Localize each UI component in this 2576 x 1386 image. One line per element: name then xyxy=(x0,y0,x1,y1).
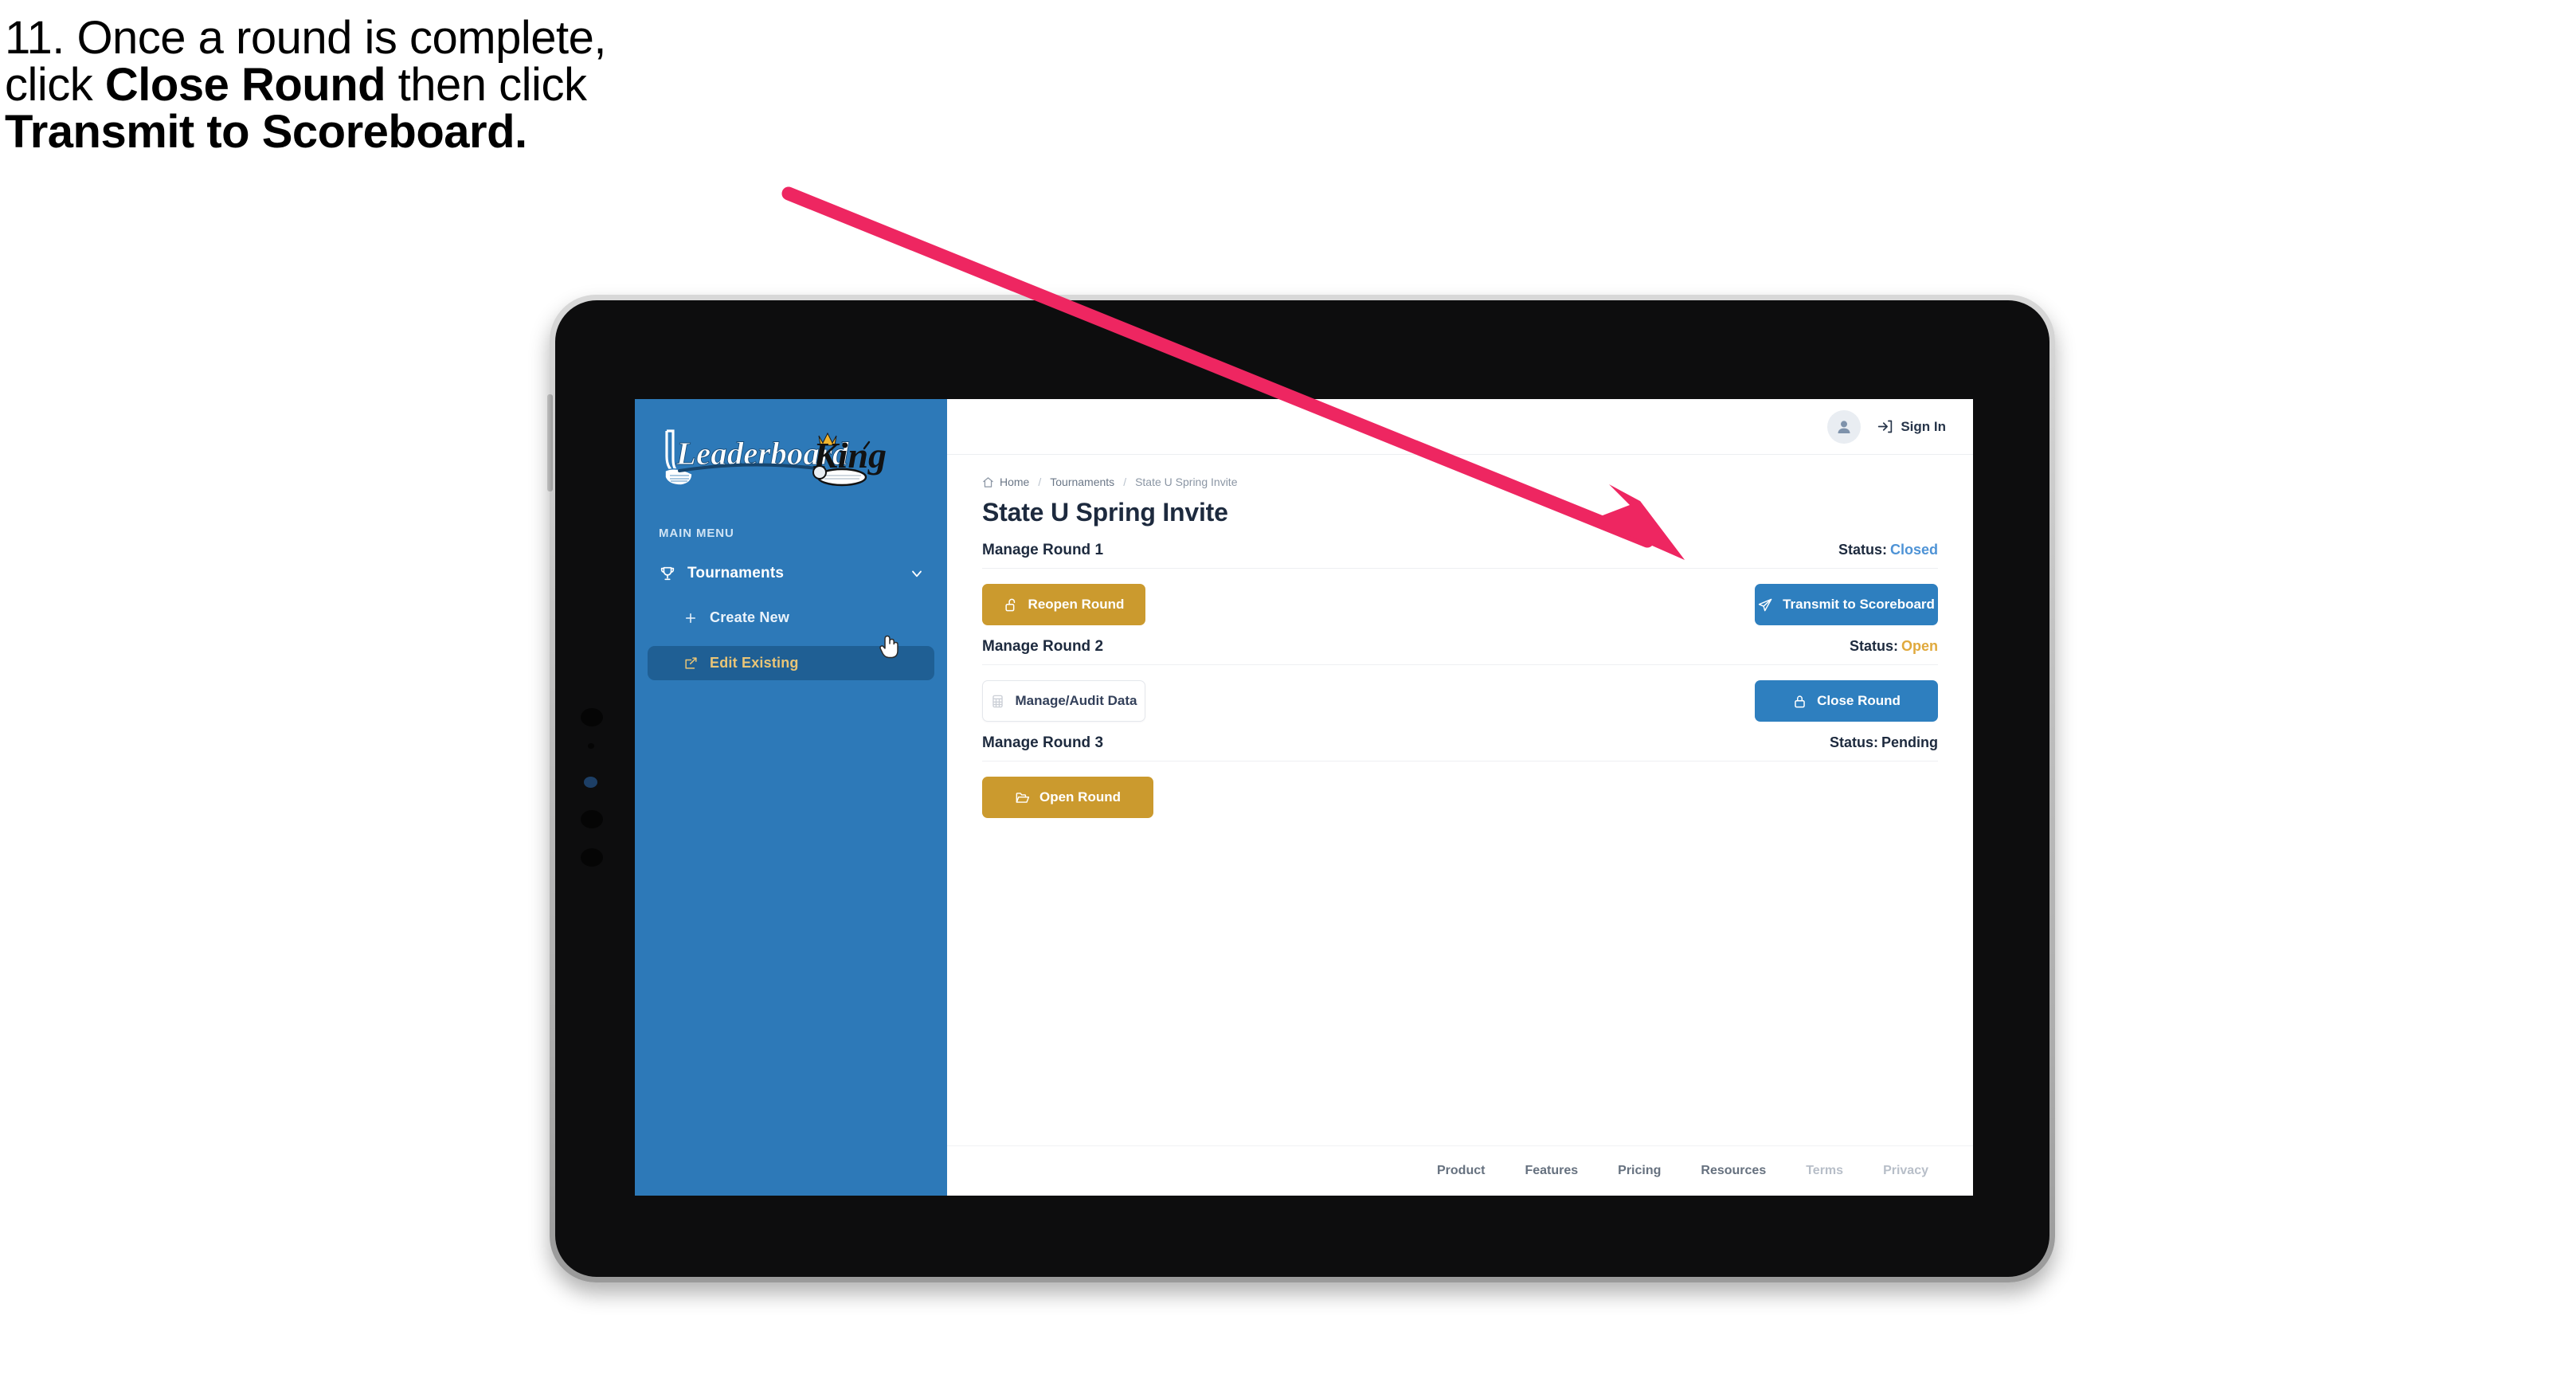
button-label: Close Round xyxy=(1817,693,1901,708)
instruction-caption: 11. Once a round is complete, click Clos… xyxy=(5,12,865,156)
status-label: Status: xyxy=(1829,734,1878,750)
breadcrumb-item-current: State U Spring Invite xyxy=(1135,476,1238,488)
footer-link-features[interactable]: Features xyxy=(1525,1164,1578,1178)
breadcrumb-separator: / xyxy=(1038,476,1042,488)
reopen-round-button[interactable]: Reopen Round xyxy=(982,584,1145,625)
footer-nav: Product Features Pricing Resources Terms… xyxy=(947,1145,1973,1196)
round-header: Manage Round 3 Status: Pending xyxy=(982,734,1938,762)
caption-line-2-prefix: click xyxy=(5,59,105,112)
status-badge: Status: Pending xyxy=(1830,734,1938,751)
sign-in-button[interactable]: Sign In xyxy=(1877,418,1946,435)
unlock-icon xyxy=(1004,597,1019,613)
round-block: Manage Round 3 Status: Pending Open Roun… xyxy=(982,734,1938,818)
status-value: Pending xyxy=(1881,734,1938,750)
status-label: Status: xyxy=(1849,638,1898,654)
status-value: Closed xyxy=(1889,542,1938,558)
footer-link-privacy[interactable]: Privacy xyxy=(1883,1164,1928,1178)
bezel-sensor-dot xyxy=(588,743,594,749)
status-label: Status: xyxy=(1838,542,1887,558)
user-avatar-icon[interactable] xyxy=(1827,409,1862,444)
button-label: Reopen Round xyxy=(1028,597,1125,612)
footer-link-product[interactable]: Product xyxy=(1437,1164,1485,1178)
status-value: Open xyxy=(1901,638,1938,654)
hand-pointer-cursor xyxy=(878,632,902,660)
trophy-icon xyxy=(657,565,678,582)
breadcrumb-separator: / xyxy=(1123,476,1127,488)
sidebar-section-label: MAIN MENU xyxy=(659,527,734,540)
close-round-button[interactable]: Close Round xyxy=(1755,680,1938,722)
caption-line-3: Transmit to Scoreboard. xyxy=(5,108,865,155)
plus-icon xyxy=(681,610,700,626)
sign-in-arrow-icon xyxy=(1877,418,1893,435)
caption-line-1: 11. Once a round is complete, xyxy=(5,12,606,64)
sidebar-item-label: Tournaments xyxy=(687,565,785,581)
round-title: Manage Round 3 xyxy=(982,734,1104,751)
caption-bold-transmit: Transmit to Scoreboard. xyxy=(5,106,527,159)
camera-lens-icon xyxy=(584,777,597,788)
round-actions: Reopen Round Transmit to Scoreboard xyxy=(982,584,1938,625)
app-screen: Leaderboard King MAIN MENU Tournaments C… xyxy=(635,399,1973,1196)
lock-icon xyxy=(1792,694,1807,709)
paper-plane-icon xyxy=(1758,597,1773,613)
caption-line-2: click Close Round then click xyxy=(5,61,865,108)
round-header: Manage Round 2 Status: Open xyxy=(982,638,1938,665)
bezel-sensor-dot xyxy=(581,848,603,867)
round-block: Manage Round 2 Status: Open Manage/Audit… xyxy=(982,638,1938,722)
round-title: Manage Round 1 xyxy=(982,542,1104,558)
open-round-button[interactable]: Open Round xyxy=(982,777,1153,818)
manage-audit-data-button[interactable]: Manage/Audit Data xyxy=(982,680,1145,722)
top-bar: Sign In xyxy=(947,399,1973,455)
caption-bold-close-round: Close Round xyxy=(104,59,386,112)
rounds-list: Manage Round 1 Status: Closed Reopen Rou… xyxy=(982,542,1938,831)
footer-link-terms[interactable]: Terms xyxy=(1806,1164,1843,1178)
volume-button[interactable] xyxy=(547,394,553,491)
sign-in-label: Sign In xyxy=(1901,418,1946,434)
breadcrumb: Home / Tournaments / State U Spring Invi… xyxy=(982,476,1973,488)
status-badge: Status: Closed xyxy=(1838,542,1938,558)
page-title: State U Spring Invite xyxy=(982,498,1228,527)
button-label: Manage/Audit Data xyxy=(1015,693,1137,708)
tablet-bezel: Leaderboard King MAIN MENU Tournaments C… xyxy=(547,300,2049,1277)
button-label: Transmit to Scoreboard xyxy=(1783,597,1935,612)
footer-link-resources[interactable]: Resources xyxy=(1701,1164,1766,1178)
sidebar-item-create-new[interactable]: Create New xyxy=(648,601,934,635)
bezel-sensor-dot xyxy=(581,708,603,726)
tablet-device-frame: Leaderboard King MAIN MENU Tournaments C… xyxy=(547,295,2055,1282)
table-grid-icon xyxy=(990,694,1005,709)
sidebar-item-label: Edit Existing xyxy=(710,655,799,671)
main-content: Sign In Home / Tournaments / State U Spr… xyxy=(947,399,1973,1196)
caption-line-2-suffix: then click xyxy=(386,59,587,112)
sidebar: Leaderboard King MAIN MENU Tournaments C… xyxy=(635,399,947,1196)
home-icon xyxy=(982,476,994,488)
footer-link-pricing[interactable]: Pricing xyxy=(1618,1164,1661,1178)
round-actions: Open Round xyxy=(982,777,1938,818)
edit-square-icon xyxy=(681,656,700,671)
round-header: Manage Round 1 Status: Closed xyxy=(982,542,1938,569)
breadcrumb-item-home[interactable]: Home xyxy=(1000,476,1029,488)
breadcrumb-item-tournaments[interactable]: Tournaments xyxy=(1050,476,1114,488)
folder-open-icon xyxy=(1015,790,1030,805)
transmit-to-scoreboard-button[interactable]: Transmit to Scoreboard xyxy=(1755,584,1938,625)
round-block: Manage Round 1 Status: Closed Reopen Rou… xyxy=(982,542,1938,625)
sidebar-item-label: Create New xyxy=(710,609,790,625)
status-badge: Status: Open xyxy=(1850,638,1938,655)
round-actions: Manage/Audit Data Close Round xyxy=(982,680,1938,722)
round-title: Manage Round 2 xyxy=(982,638,1104,655)
bezel-sensor-dot xyxy=(581,810,603,828)
button-label: Open Round xyxy=(1039,789,1121,805)
chevron-down-icon[interactable] xyxy=(909,566,925,581)
leaderboard-king-logo: Leaderboard King xyxy=(656,425,895,498)
sidebar-item-tournaments[interactable]: Tournaments xyxy=(648,558,934,589)
